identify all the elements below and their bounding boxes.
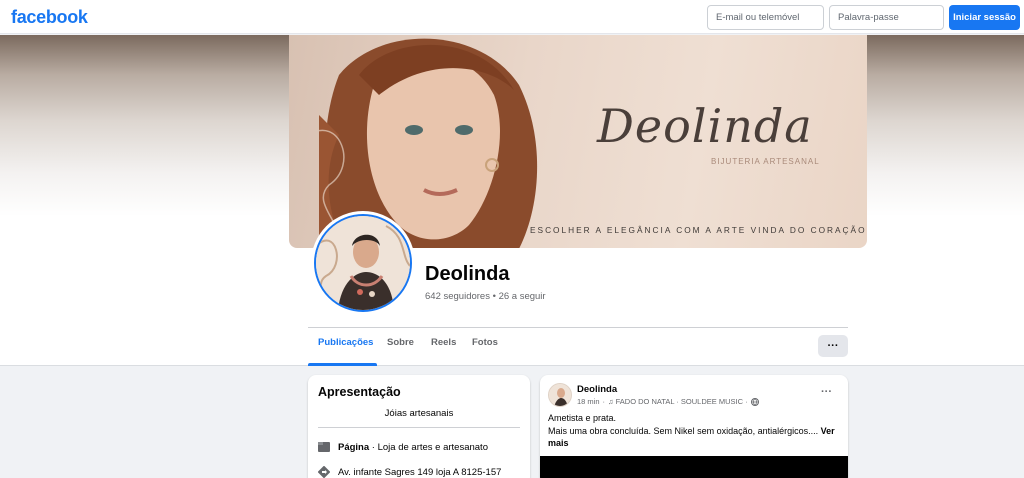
password-field[interactable] [829,5,944,30]
login-button[interactable]: Iniciar sessão [949,5,1020,30]
cover-brand-subtitle: BIJUTERIA ARTESANAL [711,157,820,166]
more-options-button[interactable]: ··· [818,335,848,357]
tab-publicacoes[interactable]: Publicações [318,337,373,348]
avatar-illustration [316,216,410,310]
globe-icon [750,397,759,406]
address-row: Av. infante Sagres 149 loja A 8125-157 [318,466,501,478]
followers-count[interactable]: 642 seguidores • 26 a seguir [425,291,546,302]
avatar [314,214,412,312]
active-tab-indicator [308,363,377,366]
post-card: Deolinda 18 min · ♫ FADO DO NATAL · SOUL… [540,375,848,478]
tab-fotos[interactable]: Fotos [472,337,498,348]
intro-bio: Jóias artesanais [384,408,454,419]
email-field[interactable] [707,5,824,30]
cover-tagline: ESCOLHER A ELEGÂNCIA COM A ARTE VINDA DO… [530,225,867,235]
tab-reels[interactable]: Reels [431,337,456,348]
post-body: Ametista e prata. Mais uma obra concluíd… [548,412,840,450]
address-text[interactable]: Av. infante Sagres 149 loja A 8125-157 [338,467,501,478]
cover-brand-title: Deolinda [597,99,813,153]
music-note-icon: ♫ [608,397,614,406]
post-author-name[interactable]: Deolinda [577,384,617,395]
tab-sobre[interactable]: Sobre [387,337,414,348]
post-author-avatar[interactable] [548,383,572,407]
flag-icon [318,442,330,452]
page-category-row: Página · Loja de artes e artesanato [318,441,488,453]
intro-card: Apresentação Jóias artesanais Página · L… [308,375,530,478]
page-title: Deolinda [425,263,510,285]
profile-picture[interactable] [311,211,415,315]
post-options-button[interactable]: ··· [821,386,832,398]
post-timestamp[interactable]: 18 min [577,397,600,406]
page-type-label: Página [338,441,370,453]
post-music[interactable]: FADO DO NATAL · SOULDEE MUSIC · [616,397,748,406]
intro-title: Apresentação [318,385,401,399]
facebook-logo[interactable]: facebook [11,7,88,28]
top-navigation-bar: facebook Iniciar sessão [0,0,1024,34]
intro-divider [318,427,520,428]
tabs-divider [308,327,848,328]
post-meta: 18 min · ♫ FADO DO NATAL · SOULDEE MUSIC… [577,397,759,406]
profile-header: Deolinda BIJUTERIA ARTESANAL ESCOLHER A … [0,35,1024,366]
post-line-2: Mais uma obra concluída. Sem Nikel sem o… [548,425,819,436]
post-video[interactable] [540,456,848,478]
post-avatar-illustration [549,384,571,406]
page-category: · Loja de artes e artesanato [369,441,488,453]
post-line-1: Ametista e prata. [548,413,617,423]
directions-icon [318,466,330,478]
